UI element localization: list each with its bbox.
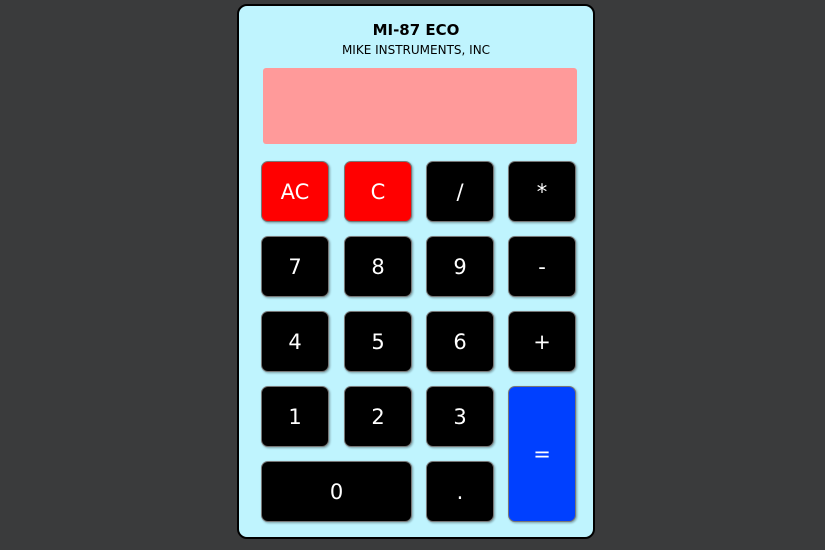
digit-8-button[interactable]: 8	[344, 236, 412, 297]
digit-1-button[interactable]: 1	[261, 386, 329, 447]
digit-6-button[interactable]: 6	[426, 311, 494, 372]
multiply-button[interactable]: *	[508, 161, 576, 222]
model-name: MI-87 ECO	[372, 21, 460, 39]
digit-3-button[interactable]: 3	[426, 386, 494, 447]
manufacturer-name: MIKE INSTRUMENTS, INC	[341, 43, 491, 57]
digit-0-button[interactable]: 0	[261, 461, 412, 522]
digit-7-button[interactable]: 7	[261, 236, 329, 297]
decimal-button[interactable]: .	[426, 461, 494, 522]
subtract-button[interactable]: -	[508, 236, 576, 297]
digit-9-button[interactable]: 9	[426, 236, 494, 297]
equals-button[interactable]: =	[508, 386, 576, 522]
divide-button[interactable]: /	[426, 161, 494, 222]
add-button[interactable]: +	[508, 311, 576, 372]
calculator: MI-87 ECO MIKE INSTRUMENTS, INC AC C / *…	[237, 4, 595, 539]
digit-2-button[interactable]: 2	[344, 386, 412, 447]
calculator-display	[263, 68, 577, 144]
clear-button[interactable]: C	[344, 161, 412, 222]
digit-4-button[interactable]: 4	[261, 311, 329, 372]
all-clear-button[interactable]: AC	[261, 161, 329, 222]
digit-5-button[interactable]: 5	[344, 311, 412, 372]
